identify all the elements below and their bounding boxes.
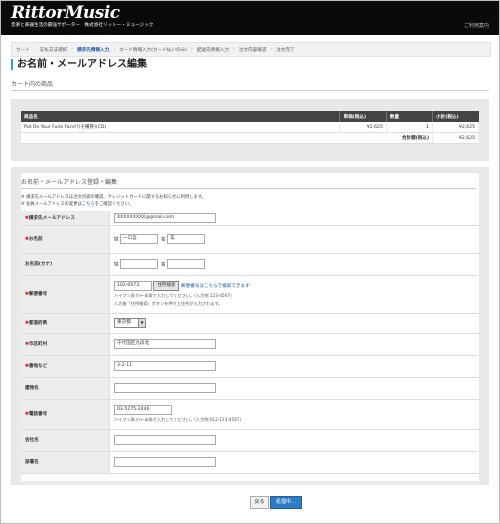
form-row-street: ✱番地など 3-2-11 [21, 355, 479, 378]
site-tagline: 音楽と楽器生活の最強サポーター 株式会社リットー・ミュージック [11, 23, 154, 28]
form-row-prefecture: ✱都道府県 東京都 ▼ [21, 313, 479, 334]
form-row-email: ✱請求先メールアドレス XXXXXXXXX@gmail.com [21, 211, 479, 226]
zip-label: 郵便番号 [28, 292, 48, 297]
form-notes: ※ 請求先メールアドレスは注文内容の確認、クレジットカードに関するお知らせに利用… [21, 195, 206, 208]
form-row-name: ✱お名前 姓 一口吾 名 玄 [21, 225, 479, 254]
breadcrumb-step: カート [16, 47, 30, 53]
address-form: ✱請求先メールアドレス XXXXXXXXX@gmail.com ✱お名前 姓 一… [21, 211, 479, 474]
help-link[interactable]: ご利用案内 [464, 22, 489, 29]
total-label: 合計額(税込) [386, 132, 434, 144]
breadcrumb-step-active: 請求先情報入力 [77, 47, 110, 53]
city-field[interactable]: 千代田区九段北 [114, 339, 216, 349]
breadcrumb-step: カード情報入力(カード払いのみ) [119, 47, 187, 53]
cart-header-row: 商品名 単価(税込) 数量 小計(税込) [21, 111, 479, 122]
department-field[interactable] [114, 457, 216, 467]
form-heading: お名前・メールアドレス登録・編集 [21, 177, 476, 189]
tel-hint: ハイフン表り(←半角で入力してください。(入力例:012-123-4567) [114, 417, 242, 422]
page-title: お名前・メールアドレス編集 [17, 59, 147, 70]
kana-label: お名前(カナ) [25, 262, 53, 267]
cart-table: 商品名 単価(税込) 数量 小計(税込) Put On Your Funk Fa… [21, 111, 479, 144]
tel-label: 電話番号 [28, 412, 48, 417]
prefecture-label: 都道府県 [28, 321, 48, 326]
col-product: 商品名 [21, 111, 341, 122]
department-label: 部署名 [25, 460, 39, 465]
chevron-down-icon: ▼ [138, 319, 145, 327]
col-unit-price: 単価(税込) [339, 111, 387, 122]
site-header: RittorMusic 音楽と楽器生活の最強サポーター 株式会社リットー・ミュー… [1, 1, 499, 35]
email-label: 請求先メールアドレス [28, 215, 75, 221]
street-field[interactable]: 3-2-11 [114, 361, 216, 371]
site-logo[interactable]: RittorMusic [11, 3, 120, 23]
page-frame: RittorMusic 音楽と楽器生活の最強サポーター 株式会社リットー・ミュー… [0, 0, 500, 524]
form-row-department: 部署名 [21, 451, 479, 474]
breadcrumb-step: 注文完了 [276, 47, 295, 53]
company-field[interactable] [114, 435, 216, 445]
table-row: Put On Your Funk Face!!(そ備肝)(CD) ¥2,625 … [21, 122, 479, 133]
zip-hint: 入力後「住所検索」ボタンを押すと住所が入力されます。 [114, 301, 223, 306]
name-label: お名前 [28, 237, 43, 242]
total-value: ¥2,625 [432, 132, 479, 144]
breadcrumb-step: 配送先情報入力 [196, 47, 229, 53]
col-qty: 数量 [386, 111, 434, 122]
form-row-city: ✱市区町村 千代田区九段北 [21, 333, 479, 356]
member-email-link[interactable]: こちら [82, 202, 95, 207]
form-row-building: 建物名 [21, 377, 479, 400]
company-label: 会社名 [25, 438, 39, 443]
item-subtotal: ¥2,625 [432, 122, 479, 133]
form-row-tel: ✱電話番号 03-5275-2446 ハイフン表り(←半角で入力してください。(… [21, 399, 479, 430]
last-name-kana-field[interactable] [120, 259, 159, 269]
breadcrumb-step: 支払方法選択 [39, 47, 68, 53]
first-name-kana-field[interactable] [167, 259, 206, 269]
zip-hint: ハイフン表り(←半角で入力してください。(入力例:123-4567) [114, 293, 232, 298]
form-row-company: 会社名 [21, 429, 479, 452]
email-field[interactable]: XXXXXXXXX@gmail.com [114, 212, 216, 223]
street-label: 番地など [28, 364, 48, 369]
total-row: 合計額(税込) ¥2,625 [21, 132, 479, 144]
item-name: Put On Your Funk Face!!(そ備肝)(CD) [21, 122, 341, 133]
city-label: 市区町村 [28, 342, 48, 347]
tel-field[interactable]: 03-5275-2446 [114, 405, 172, 415]
zip-field[interactable]: 102-0073 [114, 281, 152, 291]
breadcrumb: カート › 支払方法選択 › 請求先情報入力 › カード情報入力(カード払いのみ) › … [11, 42, 491, 57]
cart-heading: カート内の商品 [11, 79, 489, 91]
title-accent [11, 59, 13, 70]
address-search-button[interactable]: 住所検索 [153, 281, 180, 291]
building-label: 建物名 [25, 386, 39, 391]
zip-lookup-link[interactable]: 郵便番号はこちらで検索できます [181, 284, 250, 289]
next-button[interactable]: 処理中… [270, 496, 302, 509]
last-name-field[interactable]: 一口吾 [120, 234, 159, 244]
first-name-field[interactable]: 玄 [167, 234, 206, 244]
item-qty: 1 [386, 122, 434, 133]
breadcrumb-step: 注文内容確認 [238, 47, 267, 53]
col-subtotal: 小計(税込) [432, 111, 479, 122]
prefecture-select[interactable]: 東京都 ▼ [114, 318, 146, 328]
building-field[interactable] [114, 383, 216, 393]
item-unit-price: ¥2,625 [339, 122, 387, 133]
back-button[interactable]: 戻る [250, 496, 269, 509]
form-row-kana: お名前(カナ) 姓 名 [21, 253, 479, 276]
note-line: ※ 会員メールアドレスの変更はこちらをご確認ください。 [21, 201, 134, 207]
form-row-zip: ✱郵便番号 102-0073 住所検索 郵便番号はこちらで検索できます ハイフン… [21, 275, 479, 314]
